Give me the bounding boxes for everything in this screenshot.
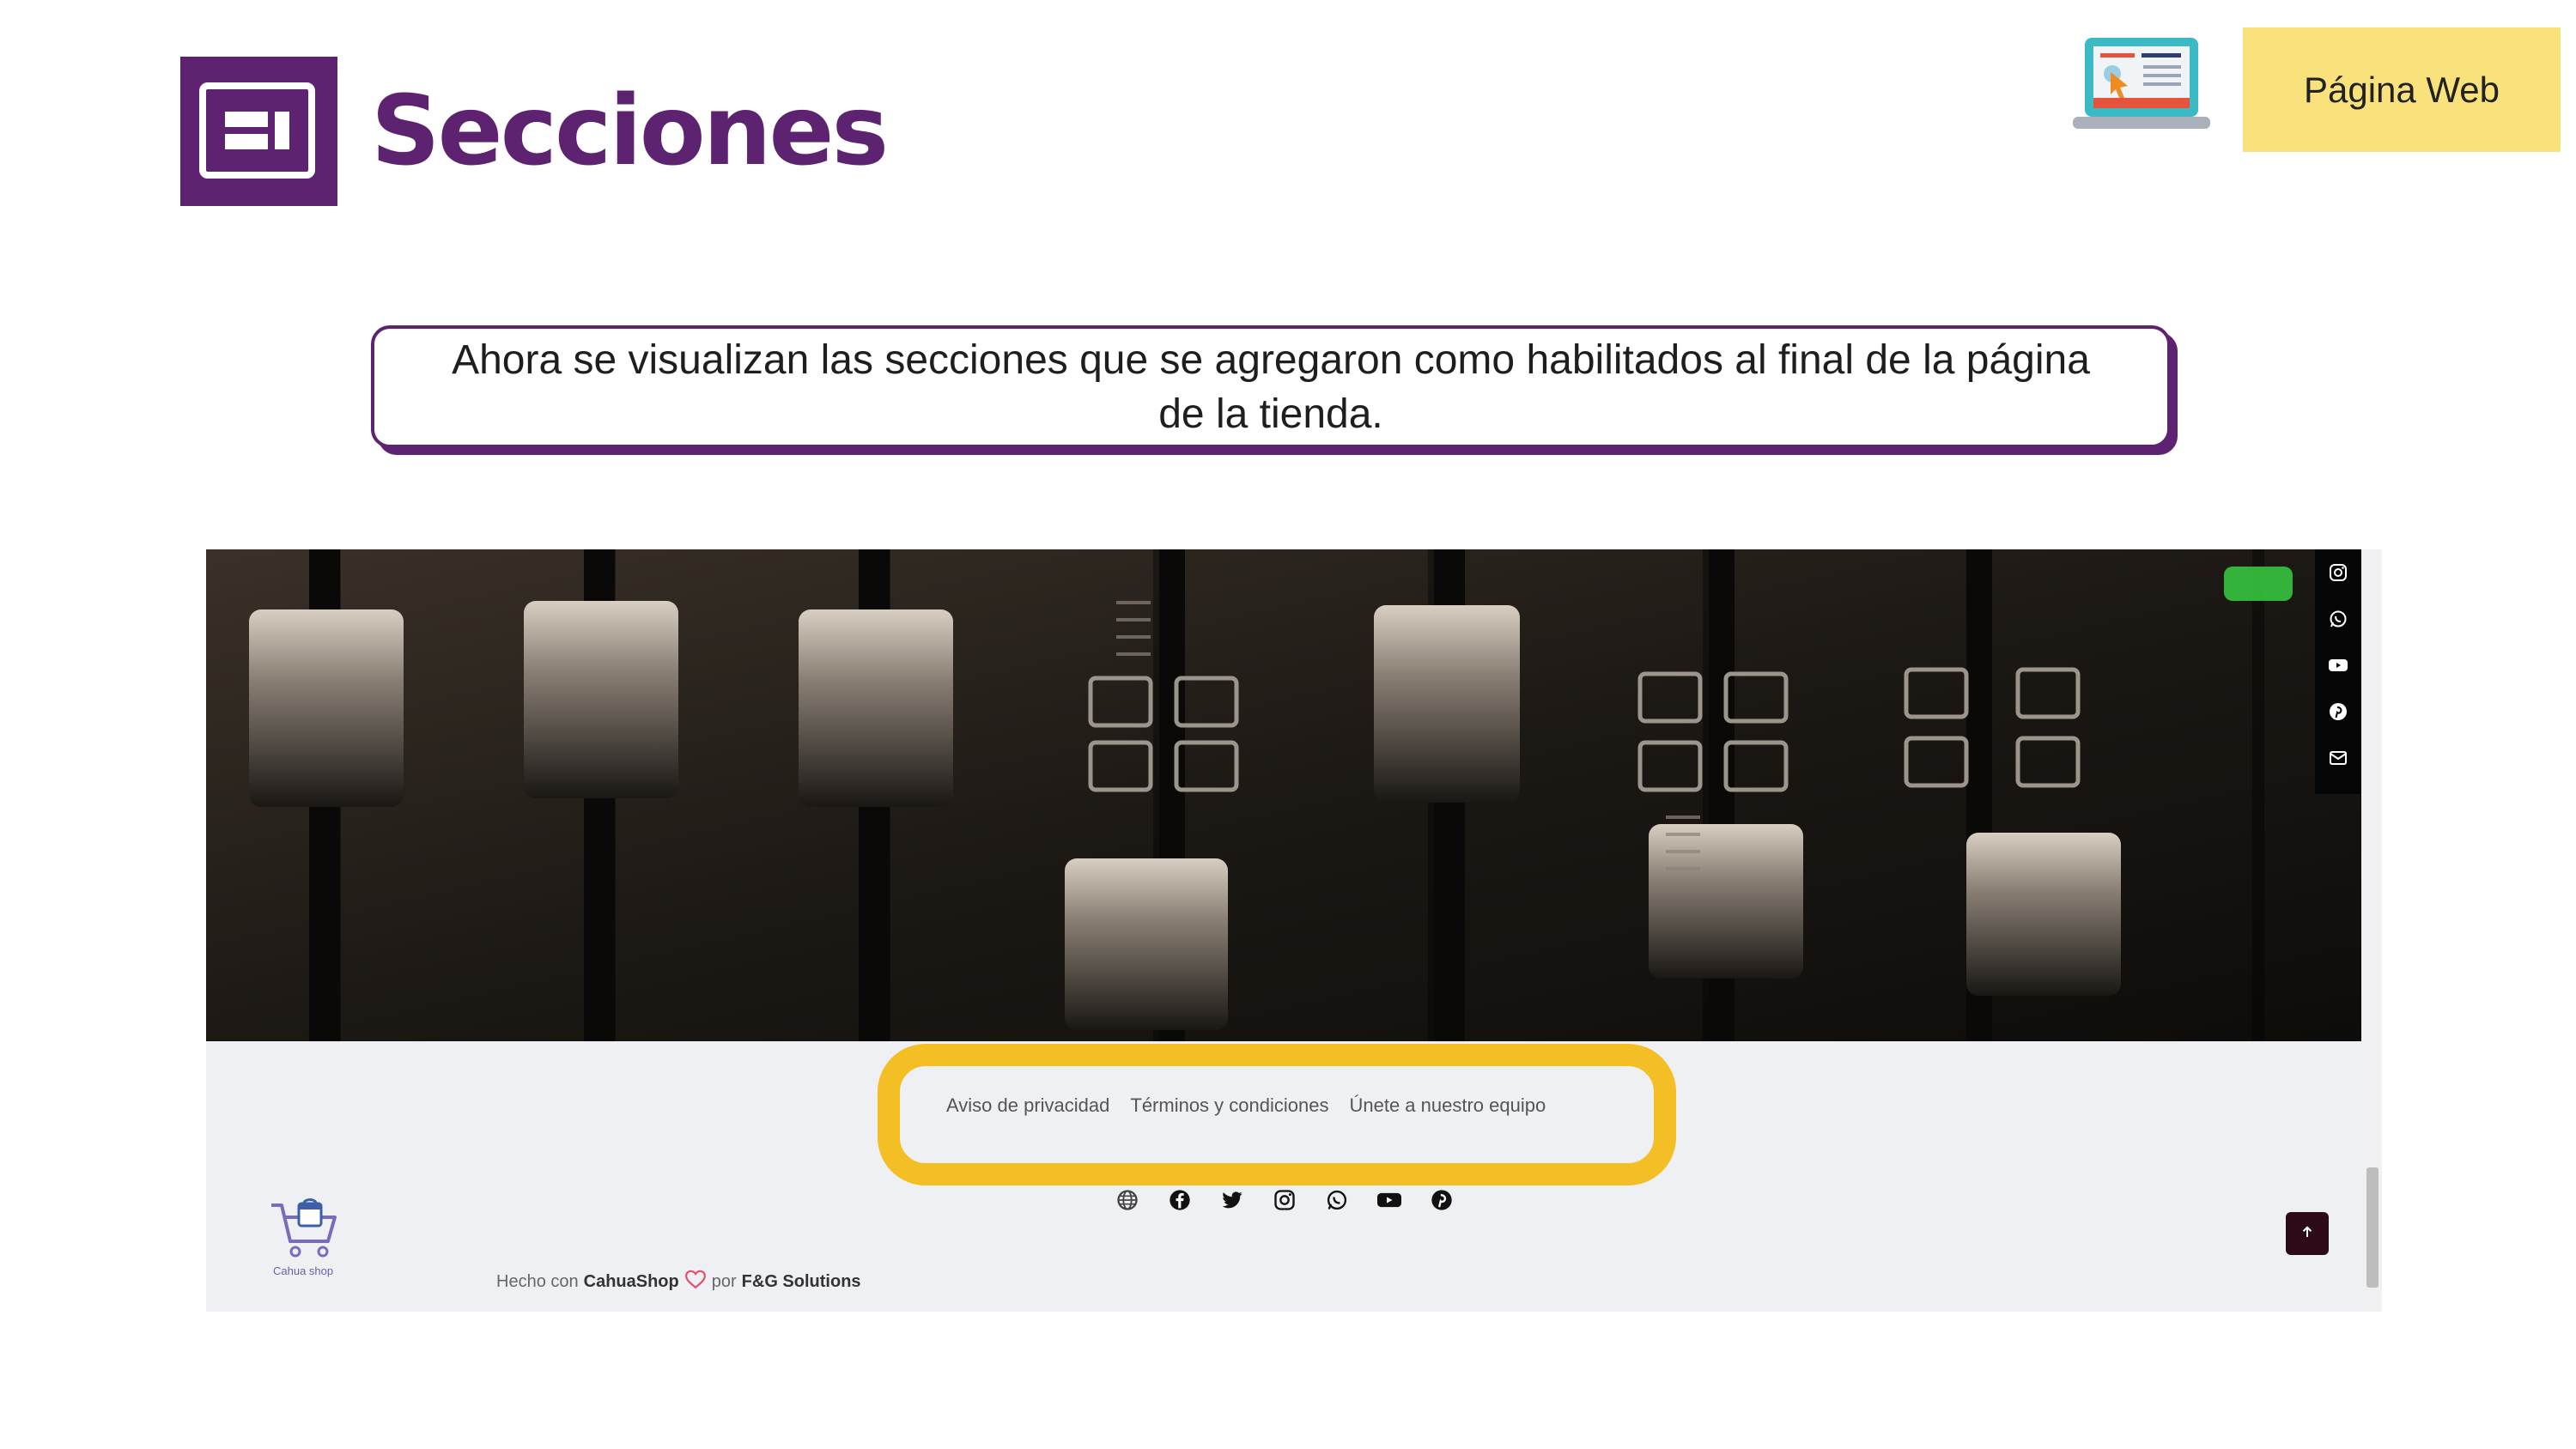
made-with-credit: Hecho con CahuaShop por F&G Solutions [496,1269,861,1294]
scrollbar-thumb[interactable] [2366,1167,2379,1288]
instruction-callout: Ahora se visualizan las secciones que se… [371,325,2171,448]
instagram-icon[interactable] [1271,1186,1298,1214]
whatsapp-icon[interactable] [1323,1186,1351,1214]
sections-layout-icon [180,57,337,206]
pinterest-icon[interactable] [1428,1186,1455,1214]
store-page-screenshot: Aviso de privacidad Términos y condicion… [206,549,2382,1312]
pinterest-icon[interactable] [2315,688,2361,735]
arrow-up-icon [2300,1222,2315,1245]
page-title: Secciones [371,76,889,187]
globe-icon[interactable] [1114,1186,1141,1214]
highlight-frame [878,1044,1676,1185]
made-with-brand[interactable]: CahuaShop [584,1272,679,1292]
facebook-icon[interactable] [1166,1186,1194,1214]
callout-text: Ahora se visualizan las secciones que se… [452,336,2090,437]
layout-frame [199,82,315,179]
instagram-icon[interactable] [2315,549,2361,596]
store-logo-caption: Cahua shop [273,1264,334,1277]
email-icon[interactable] [2315,735,2361,781]
twitter-icon[interactable] [1218,1186,1246,1214]
page-type-badge: Página Web [2243,27,2561,152]
footer-social-icons [1114,1186,1455,1214]
made-with-prefix: Hecho con [496,1271,579,1291]
side-social-bar [2315,549,2361,794]
made-with-company[interactable]: F&G Solutions [742,1272,861,1292]
hero-banner-image [206,549,2361,1041]
page-scrollbar[interactable] [2361,549,2382,1312]
youtube-icon[interactable] [2315,642,2361,688]
laptop-web-icon [2073,34,2210,146]
heart-icon [684,1269,707,1294]
scroll-to-top-button[interactable] [2286,1212,2329,1255]
whatsapp-icon[interactable] [2315,596,2361,642]
made-with-by: por [711,1271,737,1291]
youtube-icon[interactable] [1376,1186,1403,1214]
